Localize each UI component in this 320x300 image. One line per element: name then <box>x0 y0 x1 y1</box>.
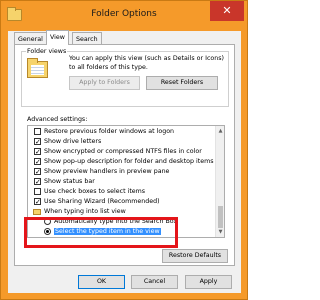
scroll-down-icon[interactable]: ▼ <box>217 228 224 236</box>
checkbox[interactable]: ✓ <box>34 178 41 186</box>
list-item[interactable]: ✓ Show encrypted or compressed NTFS files… <box>34 147 202 156</box>
scroll-thumb[interactable] <box>218 206 223 228</box>
list-item[interactable]: ✓ Show preview handlers in preview pane <box>34 167 169 176</box>
list-item[interactable]: ✓ Show drive letters <box>34 137 101 146</box>
checkbox[interactable]: ✓ <box>34 198 41 206</box>
folder-icon <box>33 209 41 215</box>
radio-auto-search[interactable]: Automatically type into the Search Box <box>44 217 177 226</box>
checkbox[interactable]: ✓ <box>34 148 41 156</box>
restore-defaults-button[interactable]: Restore Defaults <box>162 249 228 263</box>
vertical-scrollbar[interactable]: ▲ ▼ <box>215 126 224 237</box>
dialog-client: General View Search Folder views You can… <box>8 30 241 293</box>
radio-button[interactable] <box>44 218 51 225</box>
checkbox[interactable]: ✓ <box>34 138 41 146</box>
view-tab-panel: Folder views You can apply this view (su… <box>14 44 235 266</box>
folder-options-window: Folder Options ✕ General View Search Fol… <box>0 0 248 300</box>
typing-group-label: When typing into list view <box>33 207 126 216</box>
checkbox[interactable]: ✓ <box>34 158 41 166</box>
radio-button[interactable] <box>44 228 51 235</box>
cancel-button[interactable]: Cancel <box>131 275 178 289</box>
list-item[interactable]: ✓ Use Sharing Wizard (Recommended) <box>34 197 160 206</box>
title-bar[interactable]: Folder Options ✕ <box>1 1 247 31</box>
checkbox[interactable] <box>34 128 41 135</box>
advanced-settings-label: Advanced settings: <box>27 116 88 123</box>
folder-view-icon <box>27 58 48 78</box>
scroll-up-icon[interactable]: ▲ <box>217 127 224 135</box>
apply-button[interactable]: Apply <box>185 275 232 289</box>
reset-folders-button[interactable]: Reset Folders <box>146 76 218 90</box>
checkbox[interactable]: ✓ <box>34 168 41 176</box>
close-button[interactable]: ✕ <box>210 1 244 21</box>
apply-to-folders-button[interactable]: Apply to Folders <box>69 76 140 90</box>
list-item[interactable]: Use check boxes to select items <box>34 187 145 196</box>
tab-view[interactable]: View <box>46 30 69 45</box>
list-item[interactable]: ✓ Show pop-up description for folder and … <box>34 157 214 166</box>
folder-views-label: Folder views <box>26 47 68 56</box>
list-item[interactable]: ✓ Show status bar <box>34 177 95 186</box>
folder-views-description: You can apply this view (such as Details… <box>69 55 224 71</box>
advanced-settings-list[interactable]: Restore previous folder windows at logon… <box>27 125 225 238</box>
radio-select-typed[interactable]: Select the typed item in the view <box>44 227 161 236</box>
list-item[interactable]: Restore previous folder windows at logon <box>34 127 174 136</box>
ok-button[interactable]: OK <box>78 275 125 289</box>
checkbox[interactable] <box>34 188 41 195</box>
